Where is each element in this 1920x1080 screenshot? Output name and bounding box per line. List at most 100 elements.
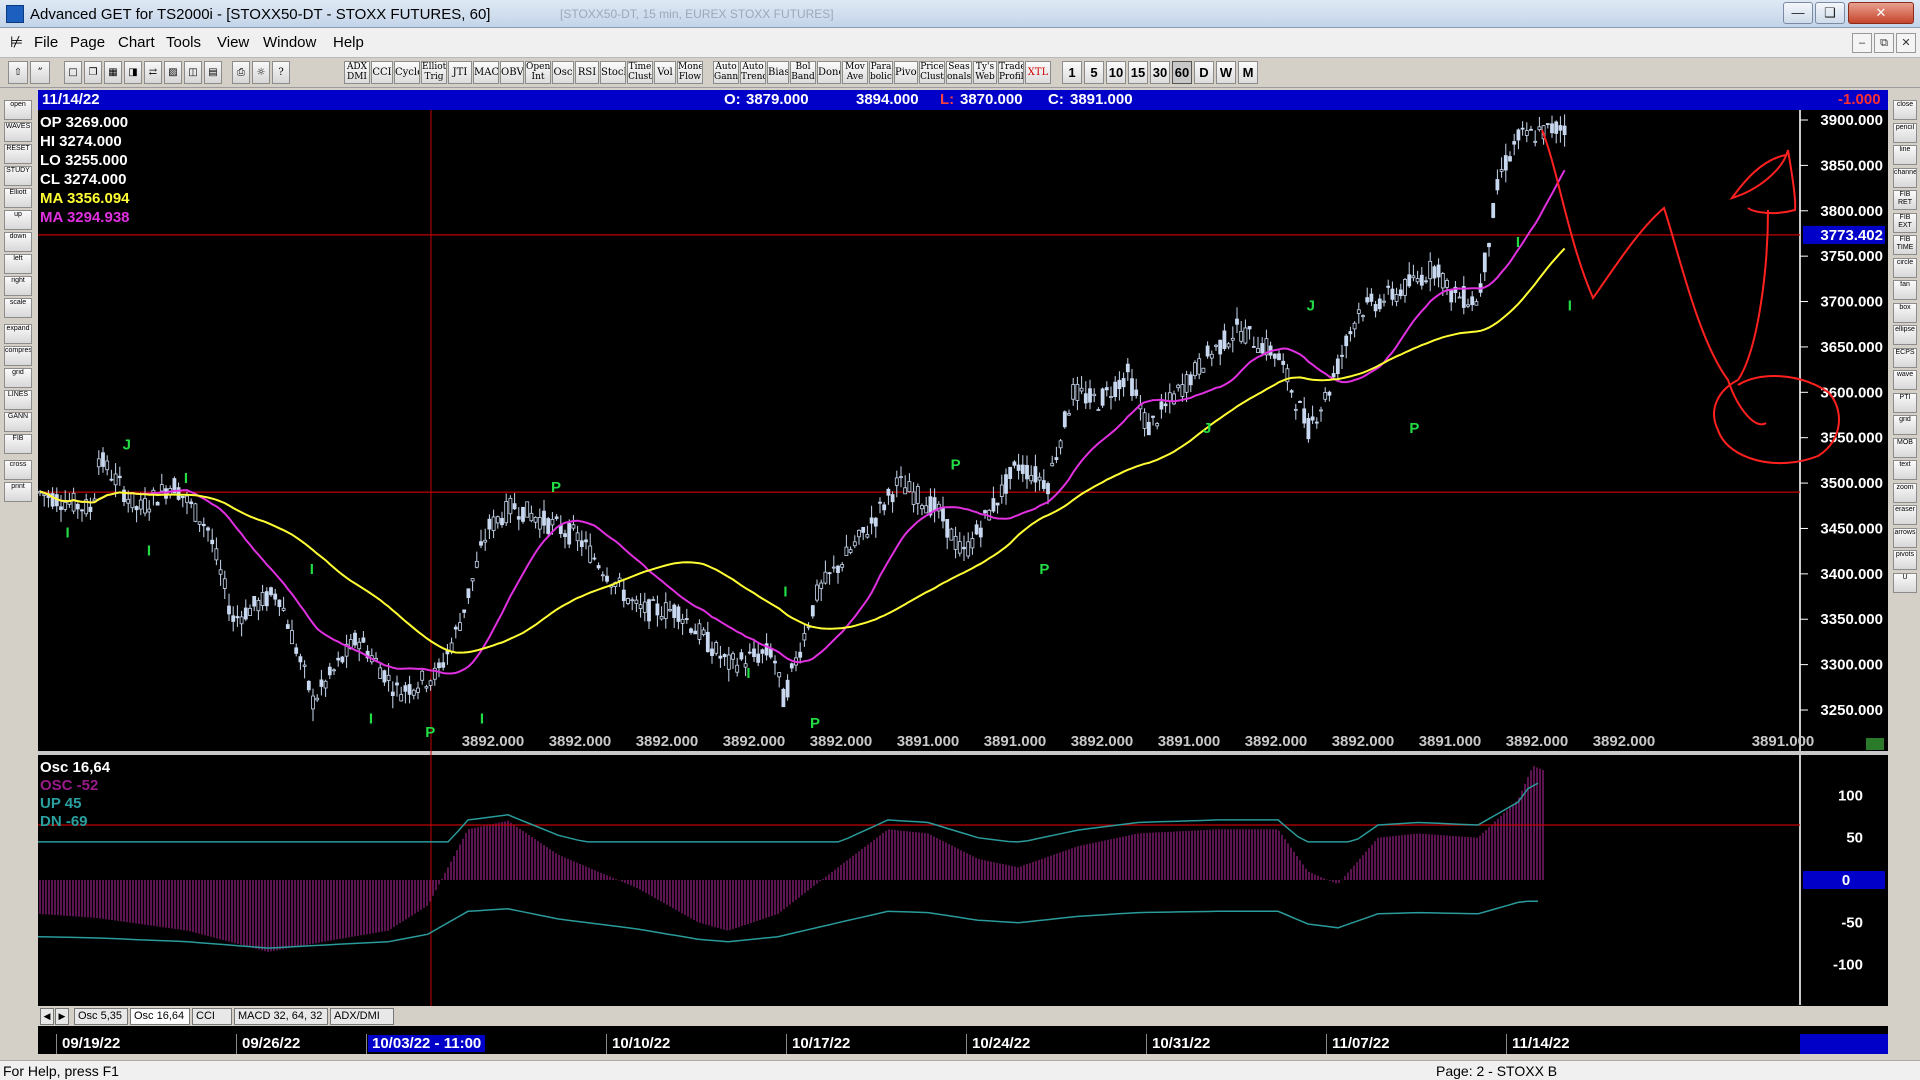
chart-corner-icon[interactable] — [1866, 738, 1884, 750]
tool-arrows-icon[interactable]: arrows — [1893, 527, 1917, 548]
study-button-jti[interactable]: JTI — [448, 61, 472, 84]
mdi-restore-button[interactable]: ⧉ — [1874, 33, 1894, 53]
tab-macd-32-64-32[interactable]: MACD 32, 64, 32 — [234, 1008, 328, 1025]
study-button-money-flow[interactable]: Money Flow — [677, 61, 703, 84]
study-button-xtl[interactable]: XTL — [1025, 61, 1051, 84]
study-button-ty-s-web[interactable]: Ty's Web — [973, 61, 997, 84]
study-button-bias[interactable]: Bias — [767, 61, 789, 84]
link-icon[interactable]: ⇄ — [144, 61, 162, 84]
tab-scroll-left[interactable]: ◀ — [40, 1008, 54, 1025]
tool-open-icon[interactable]: open — [4, 100, 32, 120]
tool-channel-icon[interactable]: channel — [1893, 167, 1917, 188]
study-button-auto-trend[interactable]: Auto Trend — [740, 61, 766, 84]
maximize-button[interactable]: ❑ — [1815, 2, 1845, 24]
interval-button-1[interactable]: 1 — [1062, 61, 1082, 84]
study-button-cycles[interactable]: Cycles — [394, 61, 420, 84]
menu-window[interactable]: Window — [263, 34, 316, 51]
tab-osc-5-35[interactable]: Osc 5,35 — [74, 1008, 128, 1025]
tool-u-icon[interactable]: U — [1893, 572, 1917, 593]
new-page-icon[interactable]: □ — [64, 61, 82, 84]
tool-study-icon[interactable]: STUDY — [4, 166, 32, 186]
tool-scale-icon[interactable]: scale — [4, 298, 32, 318]
tool-compress-icon[interactable]: compress — [4, 346, 32, 366]
tool-elliott-icon[interactable]: Elliott — [4, 188, 32, 208]
tool-fan-icon[interactable]: fan — [1893, 280, 1917, 300]
tool-zoom-icon[interactable]: zoom — [1893, 482, 1917, 503]
tool-down-icon[interactable]: down — [4, 232, 32, 252]
tool-fib-ext-icon[interactable]: FIB EXT — [1893, 212, 1917, 233]
cascade-icon[interactable]: ◨ — [124, 61, 142, 84]
study-button-macd[interactable]: MACD — [473, 61, 499, 84]
tab-cci-64[interactable]: CCI 64 — [192, 1008, 232, 1037]
study-button-donch[interactable]: Donch — [817, 61, 841, 84]
interval-button-15[interactable]: 15 — [1128, 61, 1148, 84]
interval-button-60[interactable]: 60 — [1172, 61, 1192, 84]
context-help-icon[interactable]: ? — [272, 61, 290, 84]
tool-box-icon[interactable]: box — [1893, 302, 1917, 323]
study-button-para-bolic[interactable]: Para bolic — [869, 61, 893, 84]
study-button-auto-gann[interactable]: Auto Gann — [713, 61, 739, 84]
study-button-price-clust[interactable]: Price Clust — [919, 61, 945, 84]
tool-grid-icon[interactable]: grid — [1893, 415, 1917, 435]
close-button[interactable]: ✕ — [1848, 2, 1914, 24]
tool-fib-icon[interactable]: FIB — [4, 434, 32, 454]
grid-icon[interactable]: ▨ — [164, 61, 182, 84]
menu-view[interactable]: View — [217, 34, 249, 51]
menu-file[interactable]: File — [34, 34, 58, 51]
tool-waves-icon[interactable]: WAVES — [4, 122, 32, 142]
tool-print-icon[interactable]: print — [4, 482, 32, 502]
price-chart-area[interactable]: 3900.000 3850.000 3800.000 3750.000 3700.000… — [38, 110, 1888, 1050]
print-icon[interactable]: ⎙ — [232, 61, 250, 84]
tool-text-icon[interactable]: text — [1893, 460, 1917, 480]
tool-circle-icon[interactable]: circle — [1893, 257, 1917, 278]
tool-mob-icon[interactable]: MOB — [1893, 437, 1917, 458]
study-button-trade-profile[interactable]: Trade Profile — [998, 61, 1024, 84]
interval-button-5[interactable]: 5 — [1084, 61, 1104, 84]
copy-icon[interactable]: ❐ — [84, 61, 102, 84]
tool-close-icon[interactable]: close — [1893, 100, 1917, 120]
document-icon[interactable]: ⊭ — [10, 33, 23, 51]
study-button-elliott-trig[interactable]: Elliott Trig — [421, 61, 447, 84]
tool-lines-icon[interactable]: LINES — [4, 390, 32, 410]
tool-pti-icon[interactable]: PTI — [1893, 392, 1917, 413]
menu-help[interactable]: Help — [333, 34, 364, 51]
study-button-vol[interactable]: Vol — [654, 61, 676, 84]
study-button-cci[interactable]: CCI — [371, 61, 393, 84]
tool-reset-icon[interactable]: RESET — [4, 144, 32, 164]
mdi-minimize-button[interactable]: – — [1852, 33, 1872, 53]
tool-fib-time-icon[interactable]: FIB TIME — [1893, 235, 1917, 255]
tile-icon[interactable]: ▦ — [104, 61, 122, 84]
study-button-pivot[interactable]: Pivot — [894, 61, 918, 84]
study-button-rsi[interactable]: RSI — [575, 61, 599, 84]
help-arrow-icon[interactable]: ” — [30, 61, 50, 84]
study-button-osc[interactable]: Osc — [552, 61, 574, 84]
interval-button-10[interactable]: 10 — [1106, 61, 1126, 84]
study-button-bol-band[interactable]: Bol Band — [790, 61, 816, 84]
tab-osc-16-64[interactable]: Osc 16,64 — [130, 1008, 190, 1025]
study-button-adx-dmi[interactable]: ADX DMI — [344, 61, 370, 84]
study-button-open-int[interactable]: Open Int — [525, 61, 551, 84]
tool-cross-icon[interactable]: cross — [4, 460, 32, 480]
tab-adx-dmi-64[interactable]: ADX/DMI 64 — [330, 1008, 394, 1037]
tool-gann-icon[interactable]: GANN — [4, 412, 32, 432]
study-button-mov-ave[interactable]: Mov Ave — [842, 61, 868, 84]
bulb-icon[interactable]: ☼ — [252, 61, 270, 84]
study-button-stoch[interactable]: Stoch — [600, 61, 626, 84]
minimize-button[interactable]: — — [1783, 2, 1813, 24]
price-pane[interactable] — [38, 110, 1800, 752]
interval-button-m[interactable]: M — [1238, 61, 1258, 84]
menu-chart[interactable]: Chart — [118, 34, 155, 51]
tool-line-icon[interactable]: line — [1893, 145, 1917, 165]
tool-pivots-icon[interactable]: pivots — [1893, 550, 1917, 570]
tab-scroll-right[interactable]: ▶ — [55, 1008, 69, 1025]
expand-icon[interactable]: ◫ — [184, 61, 202, 84]
tool-right-icon[interactable]: right — [4, 276, 32, 296]
tool-ellipse-icon[interactable]: ellipse — [1893, 325, 1917, 345]
chart-icon[interactable]: ▤ — [204, 61, 222, 84]
tool-up-icon[interactable]: up — [4, 210, 32, 230]
menu-page[interactable]: Page — [70, 34, 105, 51]
tool-grid-icon[interactable]: grid — [4, 368, 32, 388]
study-button-seas-onals[interactable]: Seas onals — [946, 61, 972, 84]
mdi-close-button[interactable]: ✕ — [1896, 33, 1916, 53]
study-button-time-clust[interactable]: Time Clust — [627, 61, 653, 84]
